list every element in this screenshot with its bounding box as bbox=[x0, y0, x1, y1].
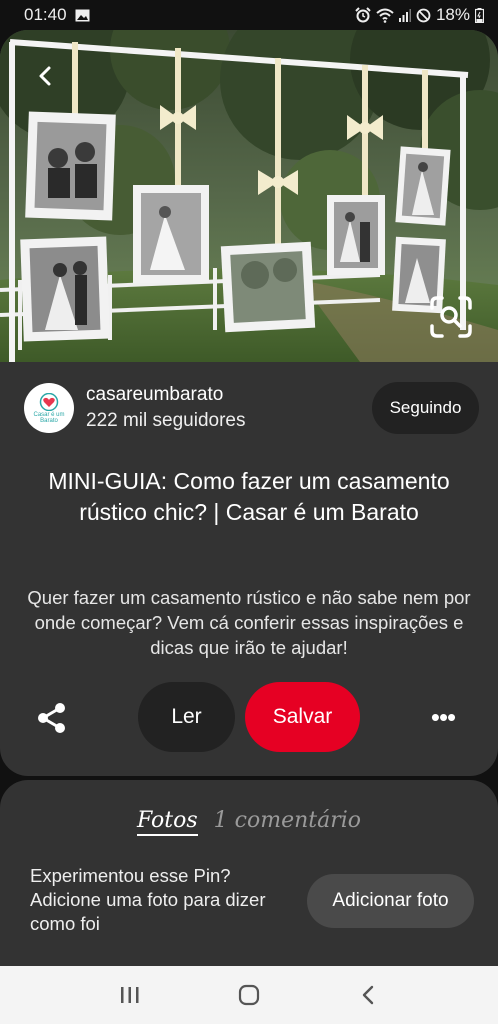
mute-icon bbox=[416, 8, 431, 23]
more-dots-icon: ••• bbox=[430, 701, 456, 732]
more-options-button[interactable]: ••• bbox=[422, 702, 464, 732]
back-icon bbox=[358, 984, 378, 1006]
battery-icon bbox=[475, 7, 484, 23]
status-time: 01:40 bbox=[24, 5, 67, 24]
photo-icon bbox=[0, 30, 498, 362]
gallery-icon bbox=[75, 9, 90, 22]
read-button[interactable]: Ler bbox=[138, 682, 235, 752]
home-button[interactable] bbox=[229, 975, 269, 1015]
home-icon bbox=[237, 983, 261, 1007]
author-name[interactable]: casareumbarato bbox=[86, 384, 245, 406]
system-nav-bar bbox=[0, 966, 498, 1024]
save-button[interactable]: Salvar bbox=[245, 682, 360, 752]
pin-description: Quer fazer um casamento rústico e não sa… bbox=[27, 587, 471, 658]
author-info: casareumbarato 222 mil seguidores bbox=[86, 384, 245, 432]
author-followers: 222 mil seguidores bbox=[86, 410, 246, 431]
recent-apps-button[interactable] bbox=[110, 975, 150, 1015]
pin-image[interactable] bbox=[0, 30, 498, 362]
signal-icon bbox=[398, 8, 411, 22]
heart-logo-icon bbox=[38, 392, 60, 411]
avatar-logo-text: Casar é um Barato bbox=[33, 411, 65, 424]
wifi-icon bbox=[376, 8, 394, 23]
add-photo-button[interactable]: Adicionar foto bbox=[307, 874, 474, 928]
pin-title: MINI-GUIA: Como fazer um casamento rústi… bbox=[48, 468, 450, 525]
following-button[interactable]: Seguindo bbox=[372, 382, 479, 434]
photos-comments-card: Fotos 1 comentário Experimentou esse Pin… bbox=[0, 780, 498, 966]
pin-card: Casar é um Barato casareumbarato 222 mil… bbox=[0, 30, 498, 776]
section-tabs: Fotos 1 comentário bbox=[0, 808, 498, 836]
chevron-left-icon bbox=[30, 60, 62, 92]
lens-search-icon bbox=[428, 294, 474, 340]
tab-photos[interactable]: Fotos bbox=[136, 808, 198, 836]
author-profile[interactable]: Casar é um Barato casareumbarato 222 mil… bbox=[24, 380, 284, 436]
visual-search-button[interactable] bbox=[428, 294, 474, 340]
tab-comments[interactable]: 1 comentário bbox=[214, 808, 361, 833]
back-nav-button[interactable] bbox=[348, 975, 388, 1015]
alarm-icon bbox=[355, 7, 371, 23]
avatar[interactable]: Casar é um Barato bbox=[24, 383, 74, 433]
battery-percentage: 18% bbox=[435, 5, 470, 24]
share-button[interactable] bbox=[34, 700, 70, 736]
tried-pin-prompt: Experimentou esse Pin? Adicione uma foto… bbox=[30, 865, 266, 934]
recent-apps-icon bbox=[119, 985, 141, 1005]
status-bar: 01:40 18% bbox=[0, 0, 498, 30]
share-icon bbox=[34, 700, 70, 736]
back-button[interactable] bbox=[30, 60, 62, 92]
